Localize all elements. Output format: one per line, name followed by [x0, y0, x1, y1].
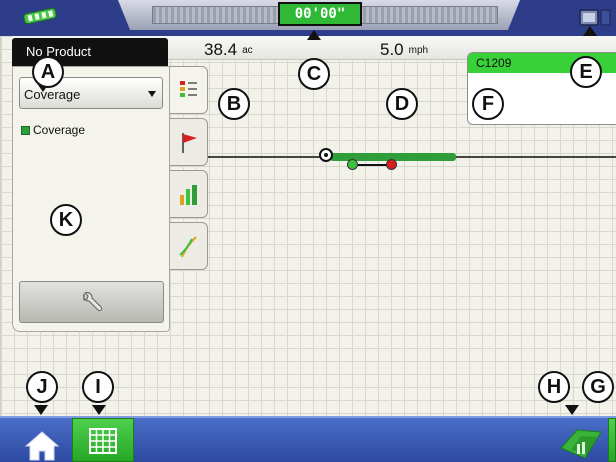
guidance-path-icon — [179, 236, 197, 258]
section-on-icon — [347, 159, 358, 170]
home-icon[interactable] — [22, 426, 62, 462]
callout-j: J — [26, 371, 58, 403]
callout-pointer — [92, 405, 106, 415]
vehicle-position-icon — [319, 148, 333, 162]
callout-pointer — [565, 405, 579, 415]
map-legend-panel: Coverage Coverage — [12, 66, 170, 332]
callout-pointer — [583, 26, 597, 36]
guidance-timer[interactable]: 00'00" — [278, 2, 362, 26]
speed-value: 5.0 — [380, 40, 404, 59]
legend-item: Coverage — [21, 123, 85, 137]
grid-view-icon — [89, 428, 117, 454]
legend-tab[interactable] — [170, 66, 208, 114]
area-unit: ac — [242, 45, 253, 56]
legend-settings-button[interactable] — [19, 281, 164, 323]
speed-unit: mph — [408, 45, 429, 56]
legend-type-value: Coverage — [24, 87, 81, 102]
callout-pointer — [307, 30, 321, 40]
flags-tab[interactable] — [170, 118, 208, 166]
dropdown-arrow-icon — [148, 91, 156, 97]
callout-pointer — [34, 405, 48, 415]
callout-b: B — [218, 88, 250, 120]
callout-f: F — [472, 88, 504, 120]
satellite-signal-icon[interactable] — [20, 3, 60, 31]
legend-list-icon — [180, 81, 197, 97]
area-readout: 38.4 ac — [204, 40, 253, 60]
grid-view-button[interactable] — [72, 418, 134, 462]
callout-h: H — [538, 371, 570, 403]
legend-item-label: Coverage — [33, 123, 86, 137]
operation-settings-button[interactable] — [608, 418, 616, 462]
bar-chart-icon — [180, 185, 197, 205]
callout-i: I — [82, 371, 114, 403]
guidance-tab[interactable] — [170, 222, 208, 270]
area-value: 38.4 — [204, 40, 238, 59]
field-operations-icon[interactable] — [557, 418, 607, 462]
wrench-icon — [82, 291, 103, 312]
speed-readout: 5.0 mph — [380, 40, 428, 60]
section-off-icon — [386, 159, 397, 170]
callout-c: C — [298, 58, 330, 90]
callout-k: K — [50, 204, 82, 236]
callout-d: D — [386, 88, 418, 120]
legend-swatch — [21, 126, 30, 135]
summary-tab[interactable] — [170, 170, 208, 218]
red-flag-icon — [182, 133, 197, 153]
callout-a: A — [32, 56, 64, 88]
callout-e: E — [570, 56, 602, 88]
callout-g: G — [582, 371, 614, 403]
